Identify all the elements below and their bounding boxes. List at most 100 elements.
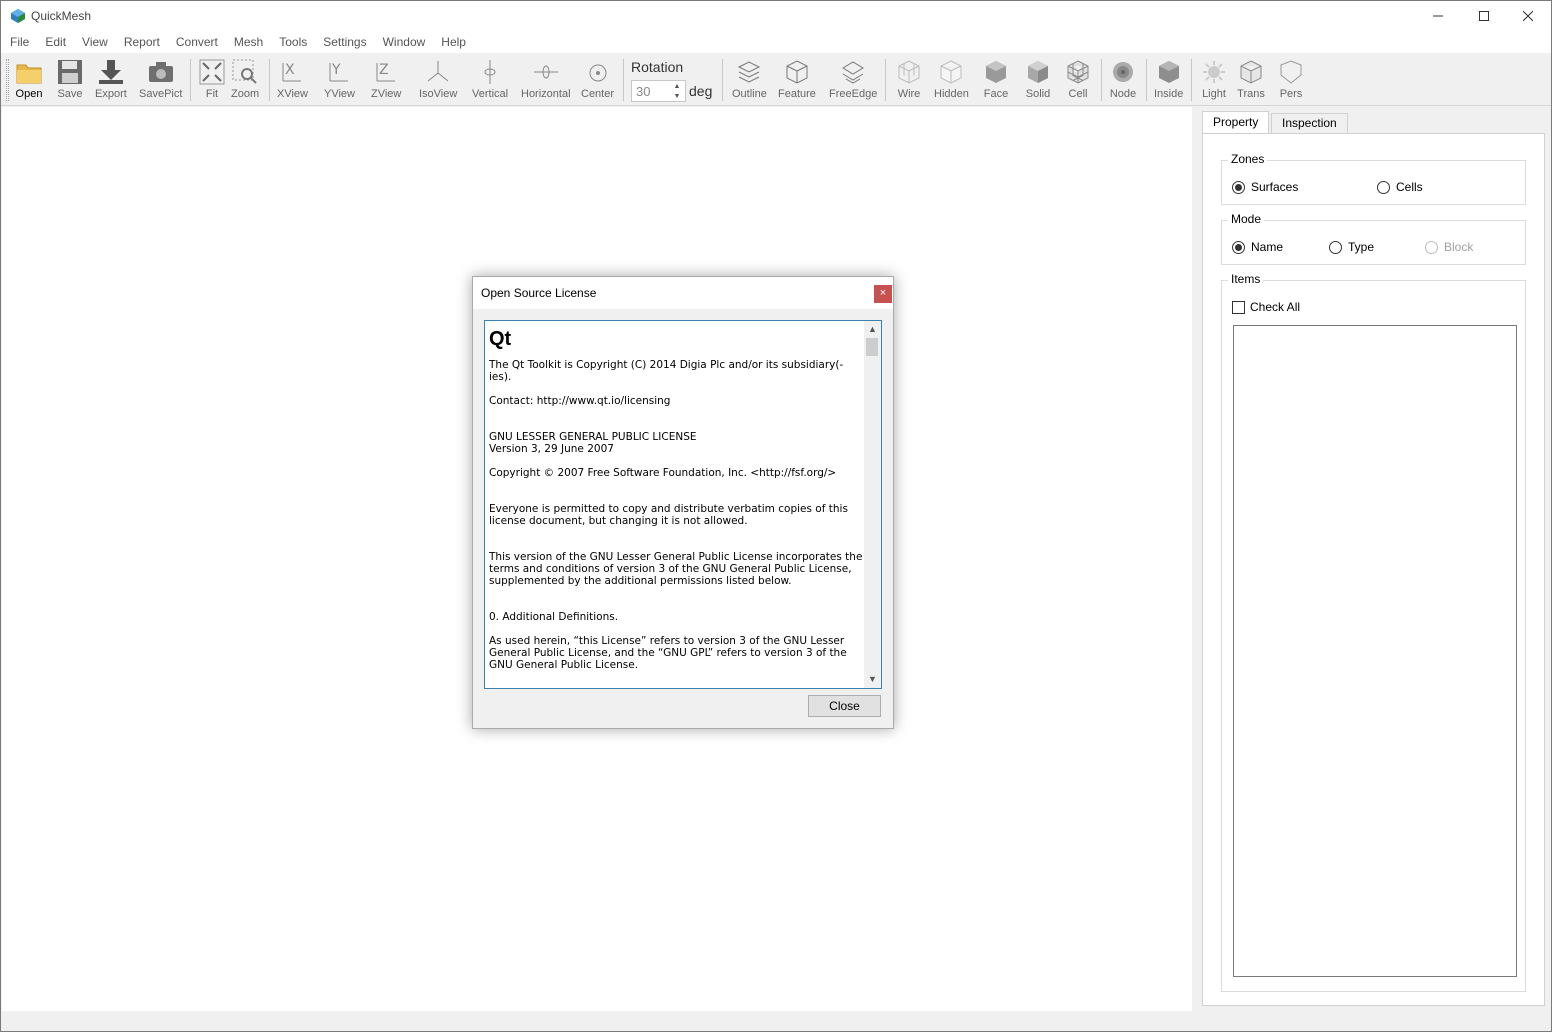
horizontal-label: Horizontal	[521, 88, 571, 100]
pers-button[interactable]: Pers	[1277, 57, 1305, 103]
export-button[interactable]: Export	[95, 57, 127, 103]
license-paragraph: As used herein, “this License” refers to…	[489, 635, 847, 671]
check-all-label: Check All	[1250, 300, 1301, 314]
face-label: Face	[983, 88, 1009, 100]
svg-text:Y: Y	[331, 62, 341, 78]
tab-property[interactable]: Property	[1202, 111, 1270, 134]
vertical-button[interactable]: Vertical	[472, 57, 508, 103]
iso-view-icon	[427, 61, 449, 82]
pers-label: Pers	[1279, 88, 1303, 100]
dialog-close-button[interactable]: Close	[808, 695, 881, 717]
solid-icon	[1028, 61, 1048, 83]
menu-settings[interactable]: Settings	[315, 31, 374, 53]
rotation-spinbox[interactable]: 30 ▲ ▼	[631, 80, 686, 102]
scroll-thumb[interactable]	[866, 338, 878, 356]
license-heading: Qt	[489, 328, 512, 350]
trans-button[interactable]: Trans	[1237, 57, 1265, 103]
vertical-scrollbar[interactable]: ▲ ▼	[864, 321, 881, 688]
zview-label: ZView	[371, 88, 402, 100]
fit-button[interactable]: Fit	[198, 57, 226, 103]
hidden-line-icon	[940, 60, 962, 84]
maximize-icon	[1479, 11, 1489, 21]
cells-label: Cells	[1396, 180, 1423, 194]
license-paragraph: GNU LESSER GENERAL PUBLIC LICENSE Versio…	[489, 431, 697, 455]
freeedge-button[interactable]: FreeEdge	[829, 57, 877, 103]
checkbox-box	[1232, 300, 1245, 314]
fit-icon	[199, 59, 225, 85]
dialog-close-icon[interactable]: ×	[874, 285, 892, 303]
savepict-button[interactable]: SavePict	[139, 57, 182, 103]
type-radio[interactable]: Type	[1329, 240, 1374, 254]
perspective-icon	[1280, 60, 1302, 84]
light-button[interactable]: Light	[1200, 57, 1228, 103]
dialog-title-bar: Open Source License ×	[473, 277, 893, 309]
scroll-down-icon[interactable]: ▼	[864, 671, 881, 688]
minimize-button[interactable]	[1415, 1, 1461, 31]
main-window: QuickMesh File Edit View Report Convert …	[0, 0, 1552, 1032]
surfaces-radio[interactable]: Surfaces	[1232, 180, 1298, 194]
free-edge-icon	[842, 61, 865, 84]
center-button[interactable]: Center	[581, 57, 614, 103]
yview-button[interactable]: Y YView	[324, 57, 355, 103]
export-label: Export	[95, 88, 127, 100]
node-button[interactable]: Node	[1109, 57, 1137, 103]
menu-bar: File Edit View Report Convert Mesh Tools…	[1, 31, 1551, 53]
wireframe-icon	[898, 60, 920, 84]
xview-button[interactable]: X XView	[277, 57, 308, 103]
outline-label: Outline	[732, 88, 767, 100]
cell-button[interactable]: Cell	[1064, 57, 1092, 103]
menu-tools[interactable]: Tools	[271, 31, 315, 53]
outline-button[interactable]: Outline	[732, 57, 767, 103]
isoview-button[interactable]: IsoView	[419, 57, 457, 103]
license-paragraph: Contact: http://www.qt.io/licensing	[489, 395, 671, 407]
scroll-up-icon[interactable]: ▲	[864, 321, 881, 338]
save-button[interactable]: Save	[56, 57, 84, 103]
menu-edit[interactable]: Edit	[37, 31, 74, 53]
menu-convert[interactable]: Convert	[168, 31, 226, 53]
camera-icon	[148, 62, 173, 82]
menu-report[interactable]: Report	[116, 31, 168, 53]
feature-button[interactable]: Feature	[778, 57, 816, 103]
toolbar-grip[interactable]	[6, 59, 9, 101]
wire-label: Wire	[897, 88, 921, 100]
close-button[interactable]	[1505, 1, 1551, 31]
window-title: QuickMesh	[31, 9, 92, 23]
face-button[interactable]: Face	[982, 57, 1010, 103]
transparency-icon	[1240, 60, 1262, 84]
menu-help[interactable]: Help	[433, 31, 474, 53]
x-axis-view-icon: X	[282, 62, 302, 82]
zoom-button[interactable]: Zoom	[231, 57, 259, 103]
license-paragraph: Copyright © 2007 Free Software Foundatio…	[489, 467, 837, 479]
menu-view[interactable]: View	[74, 31, 116, 53]
check-all-checkbox[interactable]: Check All	[1232, 300, 1300, 314]
isoview-label: IsoView	[419, 88, 458, 100]
items-title: Items	[1228, 272, 1264, 286]
items-list[interactable]	[1233, 325, 1517, 977]
svg-text:Z: Z	[379, 62, 389, 78]
menu-file[interactable]: File	[1, 31, 37, 53]
solid-button[interactable]: Solid	[1024, 57, 1052, 103]
surfaces-label: Surfaces	[1251, 180, 1299, 194]
maximize-button[interactable]	[1461, 1, 1507, 31]
horizontal-button[interactable]: Horizontal	[521, 57, 571, 103]
menu-mesh[interactable]: Mesh	[226, 31, 271, 53]
license-text-area[interactable]: Qt The Qt Toolkit is Copyright (C) 2014 …	[484, 320, 882, 689]
license-paragraph: 0. Additional Definitions.	[489, 611, 619, 623]
inside-button[interactable]: Inside	[1154, 57, 1183, 103]
zview-button[interactable]: Z ZView	[371, 57, 401, 103]
wire-button[interactable]: Wire	[895, 57, 923, 103]
spin-down-icon[interactable]: ▼	[670, 92, 684, 101]
name-radio[interactable]: Name	[1232, 240, 1283, 254]
open-button[interactable]: Open	[15, 57, 43, 103]
spin-up-icon[interactable]: ▲	[670, 82, 684, 91]
toolbar: Open Save Export SavePict Fit Zoom X XVi…	[1, 53, 1551, 106]
yview-label: YView	[324, 88, 355, 100]
svg-text:X: X	[285, 62, 295, 78]
cells-radio[interactable]: Cells	[1377, 180, 1423, 194]
light-bulb-icon	[1203, 61, 1225, 83]
tab-inspection[interactable]: Inspection	[1271, 113, 1348, 133]
property-tab-content: Zones Surfaces Cells Mode Name Type Bloc…	[1202, 133, 1545, 1006]
title-bar: QuickMesh	[1, 1, 1551, 31]
hidden-button[interactable]: Hidden	[934, 57, 969, 103]
menu-window[interactable]: Window	[375, 31, 434, 53]
